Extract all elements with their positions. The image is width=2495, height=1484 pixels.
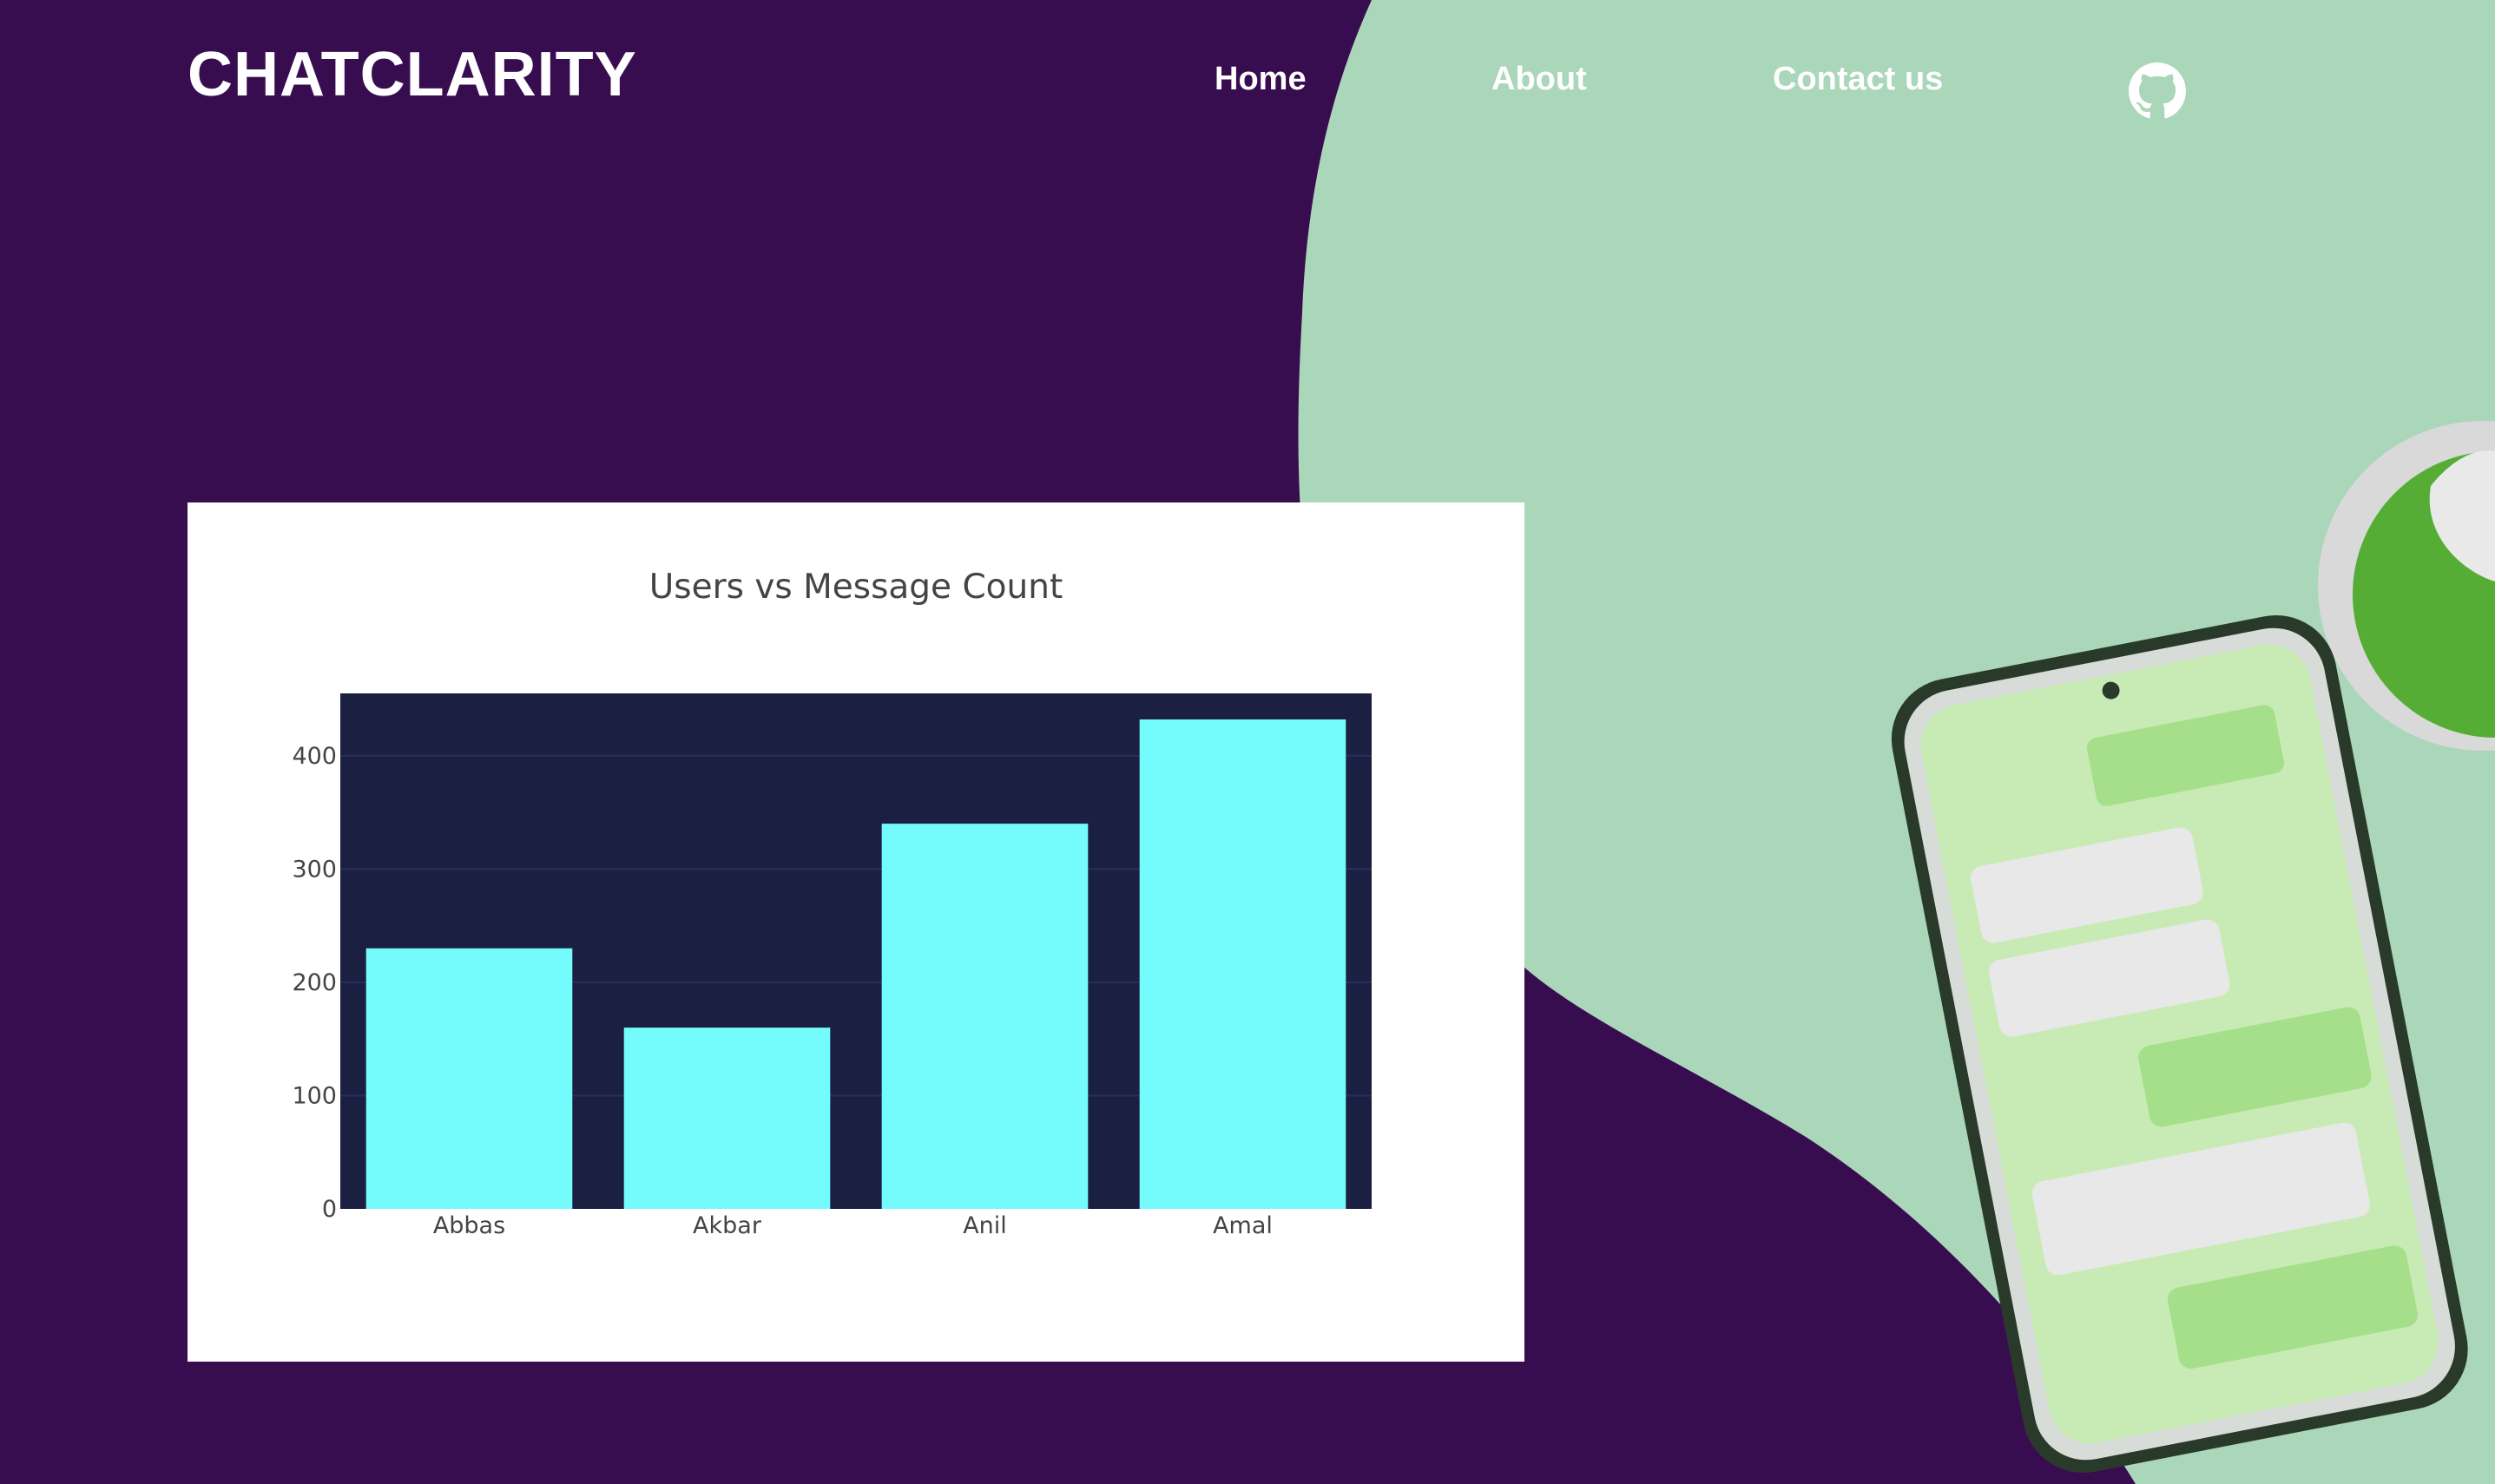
x-tick-label: Amal bbox=[1213, 1212, 1273, 1239]
y-tick-label: 0 bbox=[322, 1196, 337, 1223]
github-icon[interactable] bbox=[2129, 62, 2186, 120]
nav-link-contact[interactable]: Contact us bbox=[1773, 62, 1943, 95]
phone-illustration bbox=[1891, 421, 2495, 1473]
y-tick-label: 400 bbox=[292, 743, 337, 770]
y-tick-label: 300 bbox=[292, 856, 337, 883]
x-tick-label: Akbar bbox=[693, 1212, 762, 1239]
bar-chart: Users vs Message Count 0 100 200 300 400 Abb… bbox=[292, 568, 1372, 1239]
chart-card: Users vs Message Count 0 100 200 300 400 Abb… bbox=[188, 502, 1524, 1362]
x-tick-label: Abbas bbox=[433, 1212, 505, 1239]
chat-logo-decoration bbox=[2318, 421, 2495, 751]
nav-link-home[interactable]: Home bbox=[1215, 62, 1307, 95]
bar-anil[interactable] bbox=[881, 824, 1089, 1209]
bar-akbar[interactable] bbox=[623, 1028, 831, 1209]
brand-logo[interactable]: CHATCLARITY bbox=[188, 43, 637, 106]
y-tick-label: 200 bbox=[292, 969, 337, 996]
x-tick-label: Anil bbox=[963, 1212, 1007, 1239]
y-tick-label: 100 bbox=[292, 1082, 337, 1109]
nav-link-about[interactable]: About bbox=[1491, 62, 1587, 95]
chart-title: Users vs Message Count bbox=[649, 568, 1063, 607]
bar-amal[interactable] bbox=[1139, 719, 1346, 1209]
bar-abbas[interactable] bbox=[365, 948, 573, 1209]
